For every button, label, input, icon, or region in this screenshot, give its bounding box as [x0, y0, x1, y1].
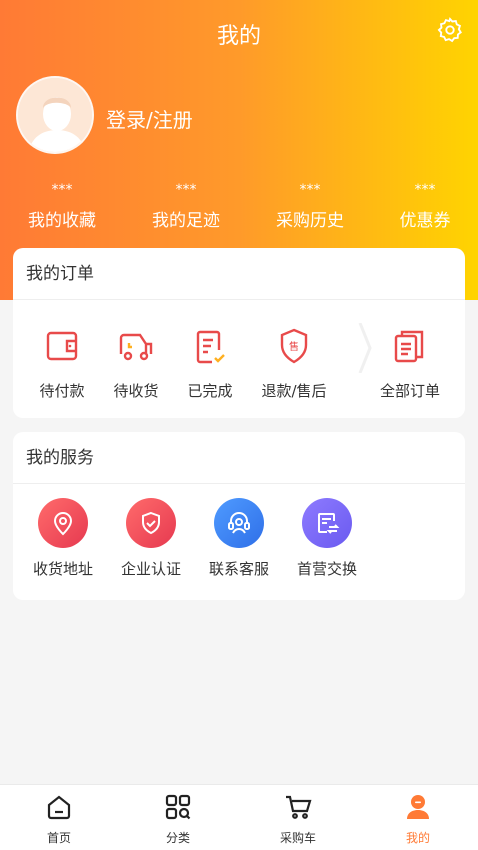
tab-label: 采购车 [279, 831, 316, 845]
stat-favorites[interactable]: *** 我的收藏 [7, 180, 117, 231]
stat-label: 我的收藏 [28, 211, 96, 231]
cart-icon [286, 795, 312, 819]
stat-label: 优惠券 [399, 211, 451, 231]
order-all[interactable]: 全部订单 [370, 326, 450, 401]
order-label: 待付款 [39, 382, 85, 400]
bottom-tab-bar: 首页 分类 采购车 我的 [0, 784, 478, 850]
order-pending-receipt[interactable]: 待收货 [96, 326, 176, 401]
stat-footprints[interactable]: *** 我的足迹 [131, 180, 241, 231]
tab-label: 首页 [46, 831, 71, 845]
orders-list-icon [394, 330, 424, 363]
avatar[interactable] [16, 76, 94, 154]
stat-label: 采购历史 [276, 211, 344, 231]
headset-icon [214, 498, 264, 548]
stats-row: *** 我的收藏 *** 我的足迹 *** 采购历史 *** 优惠券 [0, 180, 478, 236]
order-refund-aftersale[interactable]: 售 退款/售后 [254, 326, 334, 401]
shield-sale-icon: 售 [280, 328, 308, 364]
stat-purchase-history[interactable]: *** 采购历史 [255, 180, 365, 231]
tab-cart[interactable]: 采购车 [258, 793, 338, 846]
tab-label: 我的 [405, 831, 430, 845]
shield-check-icon [126, 498, 176, 548]
order-label: 全部订单 [379, 382, 440, 400]
wallet-icon [46, 331, 78, 361]
service-label: 首营交换 [296, 560, 357, 578]
stat-label: 我的足迹 [152, 211, 220, 231]
svg-text:售: 售 [289, 340, 299, 353]
order-pending-payment[interactable]: 待付款 [22, 326, 102, 401]
order-label: 已完成 [187, 382, 233, 400]
service-shipping-address[interactable]: 收货地址 [23, 498, 103, 579]
tab-label: 分类 [165, 831, 190, 845]
home-icon [47, 795, 71, 820]
service-customer-support[interactable]: 联系客服 [199, 498, 279, 579]
gear-icon[interactable] [436, 16, 464, 44]
tab-profile[interactable]: 我的 [378, 793, 458, 846]
service-label: 收货地址 [32, 560, 93, 578]
exchange-icon [302, 498, 352, 548]
order-completed[interactable]: 已完成 [170, 326, 250, 401]
profile-icon [407, 795, 429, 819]
tab-category[interactable]: 分类 [138, 793, 218, 846]
orders-title: 我的订单 [13, 248, 465, 300]
orders-card: 我的订单 待付款 待收货 已完成 售 退款/售后 全部订单 [13, 248, 465, 418]
category-icon [165, 794, 191, 820]
page-title: 我的 [216, 24, 261, 49]
service-enterprise-cert[interactable]: 企业认证 [111, 498, 191, 579]
location-icon [38, 498, 88, 548]
stat-value: *** [51, 182, 73, 198]
order-label: 待收货 [113, 382, 159, 400]
stat-value: *** [299, 182, 321, 198]
service-label: 企业认证 [120, 560, 181, 578]
truck-icon [119, 333, 153, 361]
check-doc-icon [196, 330, 225, 364]
stat-value: *** [414, 182, 436, 198]
service-first-exchange[interactable]: 首营交换 [287, 498, 367, 579]
services-title: 我的服务 [13, 432, 465, 484]
service-label: 联系客服 [208, 560, 269, 578]
stat-coupons[interactable]: *** 优惠券 [370, 180, 478, 231]
order-label: 退款/售后 [261, 382, 327, 400]
login-register-link[interactable]: 登录/注册 [106, 104, 193, 133]
services-card: 我的服务 收货地址 企业认证 联系客服 首营交换 [13, 432, 465, 600]
stat-value: *** [175, 182, 197, 198]
tab-home[interactable]: 首页 [19, 793, 99, 846]
